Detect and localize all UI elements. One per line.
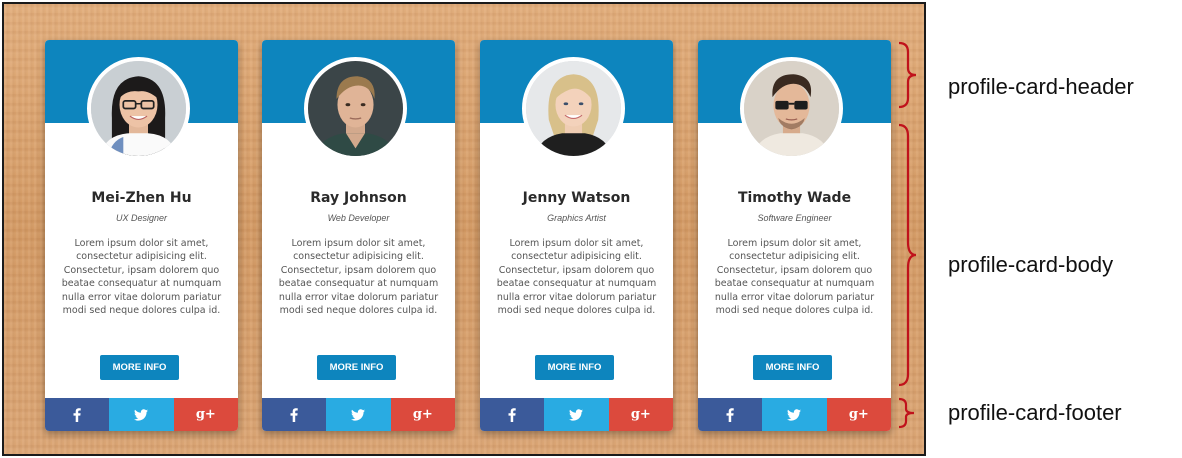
avatar-photo: [526, 61, 621, 156]
profile-name: Ray Johnson: [310, 190, 407, 206]
avatar-photo: [91, 61, 186, 156]
avatar: [304, 57, 407, 160]
facebook-icon: [73, 407, 81, 422]
profile-card-footer: g+: [480, 398, 673, 431]
profile-card: Ray Johnson Web Developer Lorem ipsum do…: [262, 40, 455, 431]
more-info-button[interactable]: MORE INFO: [317, 355, 396, 380]
google-plus-icon: g+: [630, 407, 651, 422]
profile-description: Lorem ipsum dolor sit amet, consectetur …: [278, 238, 439, 317]
profile-description: Lorem ipsum dolor sit amet, consectetur …: [61, 238, 222, 317]
profile-role: Web Developer: [327, 213, 390, 223]
profile-card-footer: g+: [698, 398, 891, 431]
google-plus-button[interactable]: g+: [173, 398, 238, 431]
twitter-button[interactable]: [326, 398, 391, 431]
facebook-button[interactable]: [45, 398, 110, 431]
profile-name: Timothy Wade: [737, 190, 852, 206]
facebook-icon: [290, 407, 298, 422]
twitter-icon: [351, 408, 366, 421]
facebook-button[interactable]: [698, 398, 763, 431]
more-info-button[interactable]: MORE INFO: [535, 355, 614, 380]
profile-card-footer: g+: [262, 398, 455, 431]
facebook-button[interactable]: [262, 398, 327, 431]
footer-brace: [898, 397, 915, 429]
annotation-footer-label: profile-card-footer: [948, 400, 1122, 425]
card-showcase-panel: Mei-Zhen Hu UX Designer Lorem ipsum dolo…: [2, 2, 926, 456]
avatar: [87, 57, 190, 160]
google-plus-icon: g+: [848, 407, 869, 422]
facebook-icon: [726, 407, 734, 422]
profile-description: Lorem ipsum dolor sit amet, consectetur …: [496, 238, 657, 317]
profile-card: Mei-Zhen Hu UX Designer Lorem ipsum dolo…: [45, 40, 238, 431]
twitter-icon: [787, 408, 802, 421]
facebook-icon: [508, 407, 516, 422]
profile-name: Jenny Watson: [522, 190, 631, 206]
google-plus-button[interactable]: g+: [608, 398, 673, 431]
avatar-photo: [744, 61, 839, 156]
annotation-header-label: profile-card-header: [948, 74, 1134, 99]
header-brace: [898, 41, 917, 109]
profile-card-footer: g+: [45, 398, 238, 431]
profile-role: Software Engineer: [757, 213, 832, 223]
google-plus-button[interactable]: g+: [826, 398, 891, 431]
profile-card: Timothy Wade Software Engineer Lorem ips…: [698, 40, 891, 431]
avatar: [522, 57, 625, 160]
body-brace: [898, 123, 917, 387]
facebook-button[interactable]: [480, 398, 545, 431]
google-plus-button[interactable]: g+: [390, 398, 455, 431]
profile-card: Jenny Watson Graphics Artist Lorem ipsum…: [480, 40, 673, 431]
avatar: [740, 57, 843, 160]
profile-role: UX Designer: [115, 213, 168, 223]
twitter-icon: [569, 408, 584, 421]
profile-role: Graphics Artist: [547, 213, 606, 223]
twitter-button[interactable]: [544, 398, 609, 431]
twitter-icon: [134, 408, 149, 421]
google-plus-icon: g+: [195, 407, 216, 422]
google-plus-icon: g+: [412, 407, 433, 422]
more-info-button[interactable]: MORE INFO: [753, 355, 832, 380]
profile-description: Lorem ipsum dolor sit amet, consectetur …: [714, 238, 875, 317]
profile-name: Mei-Zhen Hu: [91, 190, 192, 206]
annotation-body-label: profile-card-body: [948, 252, 1114, 277]
twitter-button[interactable]: [109, 398, 174, 431]
avatar-photo: [308, 61, 403, 156]
twitter-button[interactable]: [762, 398, 827, 431]
more-info-button[interactable]: MORE INFO: [100, 355, 179, 380]
